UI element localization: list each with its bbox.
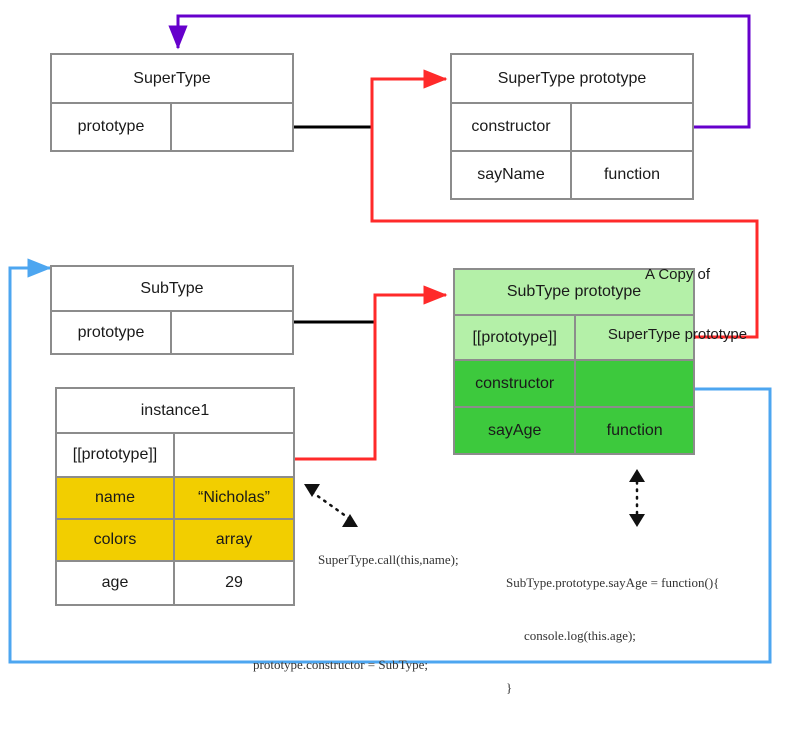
box-supertype-prototype-key-sayname: sayName	[452, 152, 572, 198]
box-instance1: instance1 [[prototype]] name “Nicholas” …	[55, 387, 295, 606]
annotation-supertype-call: SuperType.call(this,name);	[305, 533, 459, 586]
box-supertype-prototype-key-constructor: constructor	[452, 104, 572, 150]
table-row: prototype	[52, 102, 292, 150]
table-row: constructor	[452, 102, 692, 150]
box-instance1-value-prototype	[175, 434, 293, 476]
annotation-copy-note-line2: SuperType prototype	[607, 326, 748, 344]
box-instance1-key-name: name	[57, 478, 175, 518]
box-instance1-value-colors: array	[215, 531, 253, 548]
table-row: name “Nicholas”	[57, 476, 293, 518]
box-instance1-key-prototype: [[prototype]]	[57, 434, 175, 476]
box-supertype-prototype-value-sayname: function	[603, 166, 661, 183]
annotation-prototype-constructor-text: prototype.constructor = SubType;	[253, 656, 429, 672]
box-supertype-title: SuperType	[133, 69, 211, 87]
arrow-supertype-to-supertype-prototype	[370, 69, 448, 127]
table-row: prototype	[52, 310, 292, 353]
box-subtype-title: SubType	[140, 279, 204, 297]
box-supertype-prototype-value-constructor	[572, 104, 692, 150]
box-supertype-prototype: SuperType prototype constructor sayName …	[450, 53, 694, 200]
annotation-copy-note-line1: A Copy of	[644, 265, 711, 283]
box-subtype-prototype-key-prototype: [[prototype]]	[455, 316, 577, 359]
annotation-sayage-code-line1: SubType.prototype.sayAge = function(){	[506, 575, 720, 591]
dotted-arrow-sayage	[629, 469, 645, 527]
annotation-copy-note: A Copy of SuperType prototype	[600, 224, 755, 386]
box-subtype-key-prototype: prototype	[52, 312, 172, 353]
table-row: [[prototype]]	[57, 432, 293, 476]
box-instance1-key-age: age	[57, 562, 175, 604]
box-subtype-prototype-key-constructor: constructor	[455, 361, 577, 406]
annotation-sayage-code-line2: console.log(this.age);	[524, 627, 636, 643]
box-instance1-value-name: “Nicholas”	[197, 489, 270, 506]
diagram-canvas: SuperType prototype SuperType prototype …	[0, 0, 785, 695]
table-row: SubType	[52, 267, 292, 310]
box-instance1-value-age: 29	[225, 574, 243, 591]
box-supertype: SuperType prototype	[50, 53, 294, 152]
table-row: sayName function	[452, 150, 692, 198]
arrow-subtype-to-subtype-prototype	[373, 285, 448, 322]
table-row: instance1	[57, 389, 293, 432]
annotation-sayage-code: SubType.prototype.sayAge = function(){ c…	[506, 539, 719, 732]
dotted-arrow-supertype-call	[304, 484, 358, 527]
table-row: sayAge function	[455, 406, 693, 453]
annotation-prototype-constructor: prototype.constructor = SubType;	[240, 638, 428, 691]
box-subtype: SubType prototype	[50, 265, 294, 355]
table-row: SuperType prototype	[452, 55, 692, 102]
table-row: age 29	[57, 560, 293, 604]
box-instance1-title: instance1	[140, 401, 210, 419]
box-subtype-prototype-value-sayage: function	[606, 421, 663, 439]
box-supertype-value-prototype	[172, 104, 292, 150]
annotation-supertype-call-text: SuperType.call(this,name);	[318, 551, 459, 567]
box-instance1-key-colors: colors	[57, 520, 175, 560]
box-supertype-prototype-title: SuperType prototype	[497, 69, 647, 87]
table-row: colors array	[57, 518, 293, 560]
box-subtype-prototype-key-sayage: sayAge	[455, 408, 577, 453]
box-subtype-value-prototype	[172, 312, 292, 353]
box-supertype-key-prototype: prototype	[52, 104, 172, 150]
table-row: SuperType	[52, 55, 292, 102]
annotation-sayage-code-line3: }	[506, 680, 513, 696]
